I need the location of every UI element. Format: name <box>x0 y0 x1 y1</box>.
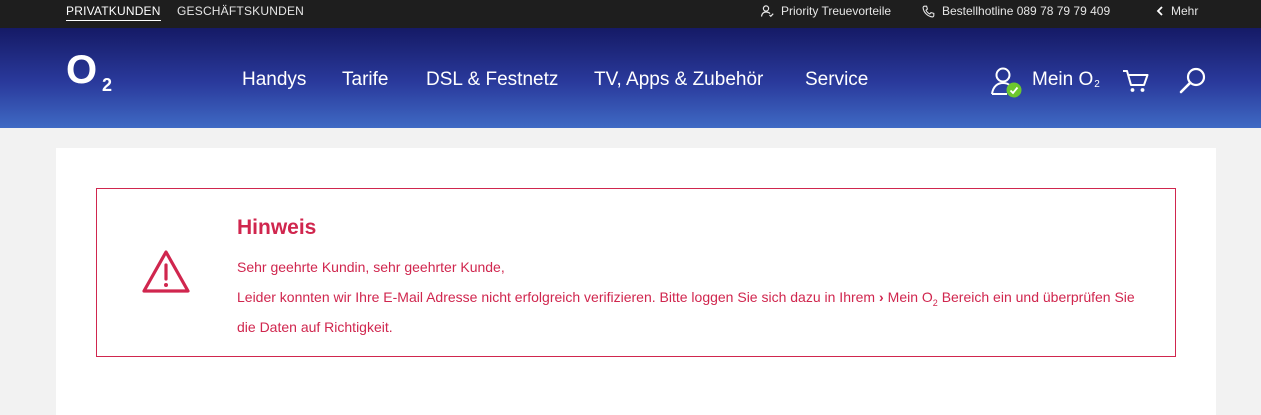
chevron-right-icon: › <box>878 289 884 305</box>
utility-bar: PRIVATKUNDEN GESCHÄFTSKUNDEN Priority Tr… <box>0 0 1261 28</box>
chevron-left-icon <box>1156 6 1163 16</box>
hotline-link[interactable]: Bestellhotline 089 78 79 79 409 <box>922 4 1110 18</box>
search-icon[interactable] <box>1178 66 1208 96</box>
mein-o2-link-subscript: 2 <box>932 297 938 308</box>
user-icon[interactable] <box>990 66 1024 100</box>
online-badge <box>1006 82 1022 98</box>
nav-item-dsl-festnetz[interactable]: DSL & Festnetz <box>426 69 558 91</box>
nav-item-handys[interactable]: Handys <box>242 69 306 91</box>
logo-letter: O <box>66 48 98 92</box>
notice-text-before: Leider konnten wir Ihre E-Mail Adresse n… <box>237 289 876 305</box>
o2-logo[interactable]: O 2 <box>66 50 120 98</box>
segment-geschaeftskunden[interactable]: GESCHÄFTSKUNDEN <box>177 4 304 18</box>
priority-link[interactable]: Priority Treuevorteile <box>760 4 891 18</box>
notice-box: Hinweis Sehr geehrte Kundin, sehr geehrt… <box>96 188 1176 357</box>
main-header: O 2 Handys Tarife DSL & Festnetz TV, App… <box>0 28 1261 128</box>
notice-title: Hinweis <box>237 216 317 239</box>
mein-o2-link[interactable]: › Mein O2 <box>878 289 938 308</box>
mein-o2-link-label: Mein O <box>887 289 933 305</box>
segment-privatkunden[interactable]: PRIVATKUNDEN <box>66 4 161 21</box>
more-label: Mehr <box>1171 4 1199 18</box>
nav-item-tarife[interactable]: Tarife <box>342 69 388 91</box>
account-label: Mein O <box>1032 69 1094 90</box>
hotline-label: Bestellhotline 089 78 79 79 409 <box>942 4 1111 18</box>
phone-icon <box>922 5 935 17</box>
segment-privatkunden-label: PRIVATKUNDEN <box>66 4 161 21</box>
notice-message: Leider konnten wir Ihre E-Mail Adresse n… <box>237 285 1137 339</box>
cart-icon[interactable] <box>1122 68 1150 94</box>
more-menu[interactable]: Mehr <box>1156 4 1198 18</box>
nav-item-service[interactable]: Service <box>805 69 868 91</box>
account-subscript: 2 <box>1094 79 1100 90</box>
notice-greeting: Sehr geehrte Kundin, sehr geehrter Kunde… <box>237 259 505 275</box>
nav-item-tv-apps-zubehoer[interactable]: TV, Apps & Zubehör <box>594 69 763 91</box>
account-link[interactable]: Mein O2 <box>1032 69 1100 91</box>
warning-triangle-icon <box>142 250 190 293</box>
person-badge-icon <box>760 5 774 18</box>
priority-label: Priority Treuevorteile <box>781 4 892 18</box>
logo-subscript: 2 <box>102 75 113 95</box>
